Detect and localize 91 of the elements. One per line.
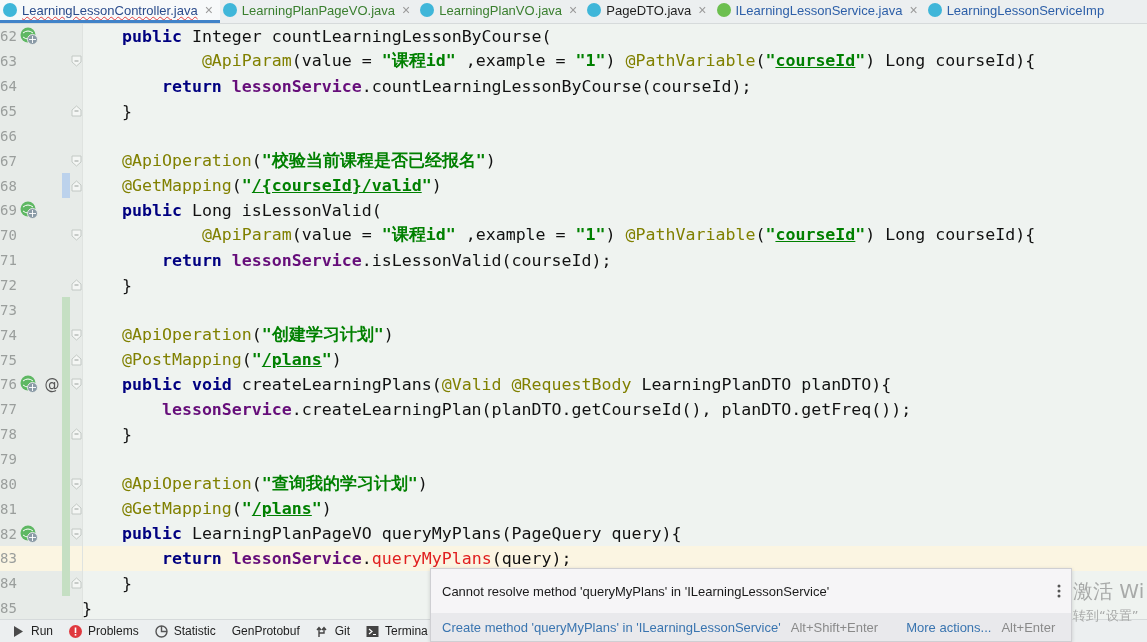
run-icon xyxy=(12,624,25,638)
class-icon xyxy=(587,3,602,17)
shortcut-hint: Alt+Shift+Enter xyxy=(790,619,879,635)
line-number: 67 xyxy=(0,152,16,169)
code-line: } xyxy=(120,424,132,444)
fold-marker-icon[interactable] xyxy=(71,179,82,192)
code-line: } xyxy=(120,275,132,295)
pie-chart-icon xyxy=(154,624,168,638)
code-line: @ApiParam(value = "课程id" ,example = "1") @PathVariable("courseId") Long courseId){ xyxy=(200,50,1036,73)
fold-marker-icon[interactable] xyxy=(71,353,82,366)
line-number: 78 xyxy=(0,426,16,443)
line-number: 81 xyxy=(0,500,16,517)
line-number: 77 xyxy=(0,401,16,418)
activation-title: 激活 Wi xyxy=(1073,578,1145,605)
line-number: 76 xyxy=(0,376,16,393)
git-icon xyxy=(315,624,329,638)
tool-window-button[interactable]: Termina xyxy=(360,624,434,638)
line-number: 85 xyxy=(0,600,16,617)
line-number: 83 xyxy=(0,550,16,567)
fold-marker-icon[interactable] xyxy=(71,378,82,391)
line-number: 75 xyxy=(0,351,16,368)
code-line: } xyxy=(120,573,132,593)
activation-hint: 转到“设置” xyxy=(1073,607,1140,625)
line-number: 72 xyxy=(0,277,16,293)
implementation-marker[interactable]: @ xyxy=(44,375,60,394)
file-tab[interactable]: LearningLessonController.java × xyxy=(0,0,220,23)
interface-icon xyxy=(716,3,731,17)
tool-window-button[interactable]: Run xyxy=(6,624,59,638)
file-tab[interactable]: LearningLessonServiceImp xyxy=(924,0,1112,23)
code-line: public Integer countLearningLessonByCourse( xyxy=(120,26,552,46)
code-line: return lessonService.isLessonValid(courseId); xyxy=(160,250,612,270)
code-line: @ApiOperation("查询我的学习计划") xyxy=(120,472,428,495)
terminal-icon xyxy=(366,624,380,638)
code-line: } xyxy=(120,101,132,121)
class-icon xyxy=(3,3,17,17)
code-line: @GetMapping("/plans") xyxy=(120,499,332,519)
code-line: @PostMapping("/plans") xyxy=(120,350,342,370)
tool-window-button[interactable]: Git xyxy=(309,624,357,638)
line-number: 73 xyxy=(0,301,16,318)
error-message: Cannot resolve method 'queryMyPlans' in 'ILearningLessonService' xyxy=(442,583,830,599)
line-number: 63 xyxy=(0,53,16,70)
line-number: 68 xyxy=(0,177,16,194)
class-icon xyxy=(420,3,435,17)
code-line: @GetMapping("/{courseId}/valid") xyxy=(120,176,442,196)
create-method-link[interactable]: Create method 'queryMyPlans' in 'ILearningLessonService' xyxy=(442,619,781,635)
fold-marker-icon[interactable] xyxy=(71,527,82,540)
tool-window-button[interactable]: Statistic xyxy=(148,624,222,638)
error-icon xyxy=(69,624,82,638)
fold-marker-icon[interactable] xyxy=(71,229,82,242)
line-number: 65 xyxy=(0,103,16,119)
code-line: @ApiOperation("创建学习计划") xyxy=(120,323,394,346)
fold-marker-icon[interactable] xyxy=(71,328,82,341)
line-number: 74 xyxy=(0,326,16,343)
line-number: 62 xyxy=(0,28,16,45)
fold-marker-icon[interactable] xyxy=(71,502,82,515)
file-tab[interactable]: ILearningLessonService.java × xyxy=(713,0,925,23)
more-actions-link[interactable]: More actions... xyxy=(906,619,992,635)
code-line: public Long isLessonValid( xyxy=(120,200,382,220)
class-icon xyxy=(222,3,237,17)
code-line: return lessonService.queryMyPlans(query); xyxy=(160,548,572,568)
line-number: 71 xyxy=(0,252,16,269)
line-number: 84 xyxy=(0,575,16,592)
file-tab[interactable]: PageDTO.java × xyxy=(584,0,714,23)
fold-marker-icon[interactable] xyxy=(71,279,82,291)
code-line: lessonService.createLearningPlan(planDTO.getCourseId(), planDTO.getFreq()); xyxy=(160,399,912,419)
code-line: } xyxy=(82,598,92,618)
line-number: 69 xyxy=(0,202,16,219)
class-icon xyxy=(927,3,942,17)
line-number: 80 xyxy=(0,475,16,492)
more-icon xyxy=(1057,584,1061,598)
tool-window-button[interactable]: Problems xyxy=(63,624,145,638)
fold-marker-icon[interactable] xyxy=(71,577,82,590)
file-tab[interactable]: LearningPlanVO.java × xyxy=(417,0,585,23)
code-line: @ApiOperation("校验当前课程是否已经报名") xyxy=(120,149,496,172)
fold-marker-icon[interactable] xyxy=(71,154,82,167)
line-number: 66 xyxy=(0,127,16,144)
code-line: public void createLearningPlans(@Valid @RequestBody LearningPlanDTO planDTO){ xyxy=(120,374,892,394)
tool-window-button[interactable]: GenProtobuf xyxy=(225,624,306,638)
line-number: 64 xyxy=(0,78,16,95)
code-line: @ApiParam(value = "课程id" ,example = "1") @PathVariable("courseId") Long courseId){ xyxy=(200,224,1036,247)
line-number: 70 xyxy=(0,227,16,244)
fold-marker-icon[interactable] xyxy=(71,55,82,68)
line-number: 79 xyxy=(0,451,16,468)
code-line: public LearningPlanPageVO queryMyPlans(PageQuery query){ xyxy=(120,524,682,544)
file-tab[interactable]: LearningPlanPageVO.java × xyxy=(219,0,418,23)
shortcut-hint: Alt+Enter xyxy=(1001,619,1056,635)
code-line: return lessonService.countLearningLessonByCourse(courseId); xyxy=(160,76,752,96)
line-number: 82 xyxy=(0,525,16,542)
fold-marker-icon[interactable] xyxy=(71,477,82,490)
fold-marker-icon[interactable] xyxy=(71,105,82,117)
fold-marker-icon[interactable] xyxy=(71,428,82,441)
